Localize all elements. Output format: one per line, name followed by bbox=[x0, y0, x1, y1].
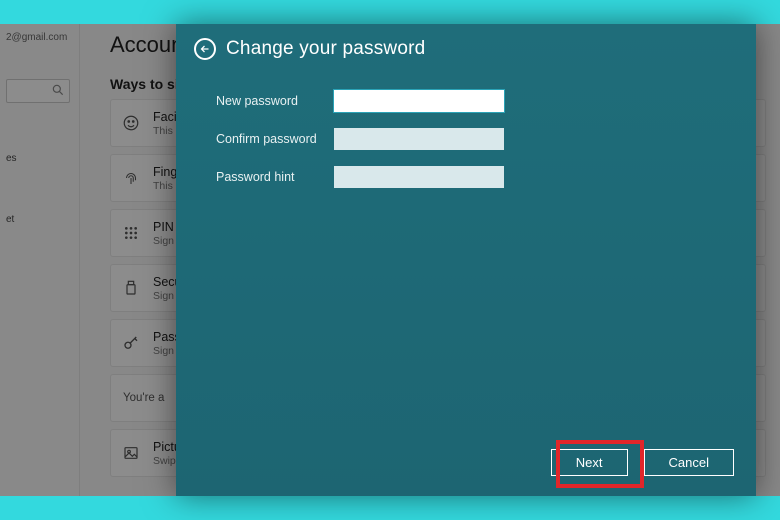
sidebar-item[interactable]: et bbox=[6, 214, 73, 225]
picture-icon bbox=[121, 443, 141, 463]
confirm-password-input[interactable] bbox=[334, 128, 504, 150]
password-status-text: You're a bbox=[123, 392, 164, 404]
settings-sidebar: 2@gmail.com es et bbox=[0, 24, 80, 496]
cancel-button[interactable]: Cancel bbox=[644, 449, 734, 476]
pin-icon bbox=[121, 223, 141, 243]
search-icon bbox=[51, 83, 65, 97]
new-password-input[interactable] bbox=[334, 90, 504, 112]
change-password-dialog: Change your password New password Confir… bbox=[176, 24, 756, 496]
face-icon bbox=[121, 113, 141, 133]
fingerprint-icon bbox=[121, 168, 141, 188]
sidebar-item[interactable]: es bbox=[6, 153, 73, 164]
user-email: 2@gmail.com bbox=[6, 32, 73, 43]
confirm-password-label: Confirm password bbox=[216, 132, 334, 146]
new-password-label: New password bbox=[216, 94, 334, 108]
usb-key-icon bbox=[121, 278, 141, 298]
dialog-form: New password Confirm password Password h… bbox=[176, 66, 756, 188]
arrow-left-icon bbox=[199, 43, 211, 55]
search-input[interactable] bbox=[6, 79, 70, 103]
key-icon bbox=[121, 333, 141, 353]
password-hint-input[interactable] bbox=[334, 166, 504, 188]
password-hint-label: Password hint bbox=[216, 170, 334, 184]
dialog-title: Change your password bbox=[226, 38, 425, 60]
back-button[interactable] bbox=[194, 38, 216, 60]
next-button[interactable]: Next bbox=[551, 449, 628, 476]
